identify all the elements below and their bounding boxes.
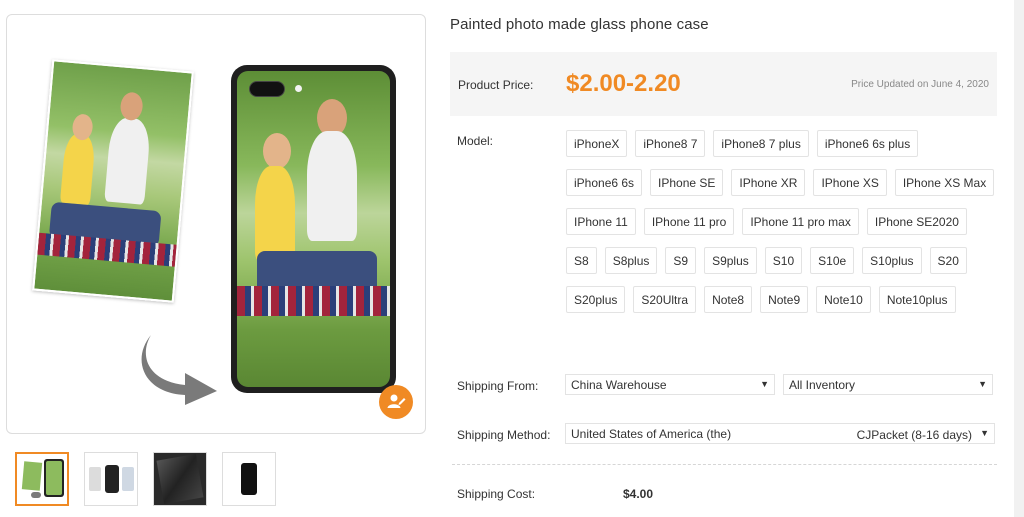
- model-option[interactable]: IPhone 11 pro max: [742, 208, 859, 235]
- model-option[interactable]: S20Ultra: [633, 286, 697, 313]
- inventory-select[interactable]: All Inventory ▼: [783, 374, 993, 395]
- model-option[interactable]: IPhone SE: [650, 169, 724, 196]
- model-option[interactable]: S10plus: [862, 247, 922, 274]
- price-label: Product Price:: [458, 78, 534, 92]
- camera-lens: [249, 81, 285, 97]
- price-value: $2.00-2.20: [566, 70, 681, 97]
- shipping-cost-value: $4.00: [623, 487, 654, 501]
- thumbnail-4[interactable]: [222, 452, 276, 506]
- model-label: Model:: [457, 134, 494, 148]
- shipping-from-select[interactable]: China Warehouse ▼: [565, 374, 775, 395]
- model-option[interactable]: S8plus: [604, 247, 658, 274]
- sample-photo: [32, 59, 194, 303]
- model-option[interactable]: IPhone 11 pro: [643, 208, 735, 235]
- shipping-method-country: United States of America (the): [571, 426, 732, 441]
- model-option[interactable]: S10: [764, 247, 803, 274]
- main-product-image[interactable]: [6, 14, 426, 434]
- chevron-down-icon: ▼: [978, 379, 987, 389]
- product-page: Painted photo made glass phone case Prod…: [0, 0, 1024, 517]
- thumbnail-1[interactable]: [15, 452, 69, 506]
- model-option[interactable]: S20plus: [566, 286, 626, 313]
- thumbnail-3[interactable]: [153, 452, 207, 506]
- curved-arrow-icon: [141, 335, 217, 405]
- shipping-method-select[interactable]: United States of America (the) CJPacket …: [565, 423, 995, 444]
- price-updated-note: Price Updated on June 4, 2020: [851, 79, 989, 90]
- shipping-method-carrier: CJPacket (8-16 days): [856, 428, 972, 442]
- model-option[interactable]: iPhone8 7: [635, 130, 706, 157]
- model-option[interactable]: S8: [566, 247, 597, 274]
- model-option[interactable]: S10e: [810, 247, 855, 274]
- price-section: Product Price: $2.00-2.20 Price Updated …: [450, 52, 997, 116]
- thumbnail-strip: [15, 452, 276, 506]
- chevron-down-icon: ▼: [760, 379, 769, 389]
- customize-icon[interactable]: [379, 385, 413, 419]
- shipping-cost-label: Shipping Cost:: [457, 487, 536, 501]
- model-option[interactable]: iPhoneX: [566, 130, 628, 157]
- shipping-from-value: China Warehouse: [571, 377, 667, 392]
- model-options: iPhoneX iPhone8 7 iPhone8 7 plus iPhone6 6s…: [566, 130, 996, 313]
- model-option[interactable]: IPhone XR: [731, 169, 806, 196]
- model-option[interactable]: Note10plus: [878, 286, 956, 313]
- model-option[interactable]: IPhone XS: [813, 169, 887, 196]
- product-title: Painted photo made glass phone case: [450, 16, 709, 33]
- camera-flash: [295, 85, 302, 92]
- model-option[interactable]: iPhone8 7 plus: [713, 130, 809, 157]
- model-option[interactable]: S9plus: [704, 247, 757, 274]
- shipping-from-label: Shipping From:: [457, 379, 539, 393]
- section-divider: [452, 464, 997, 465]
- thumbnail-2[interactable]: [84, 452, 138, 506]
- model-option[interactable]: IPhone XS Max: [894, 169, 995, 196]
- model-option[interactable]: Note10: [816, 286, 871, 313]
- chevron-down-icon: ▼: [980, 428, 989, 438]
- phone-case-preview: [231, 65, 396, 393]
- model-option[interactable]: S9: [665, 247, 697, 274]
- model-option[interactable]: S20: [929, 247, 967, 274]
- model-option[interactable]: iPhone6 6s plus: [816, 130, 919, 157]
- model-option[interactable]: IPhone SE2020: [866, 208, 967, 235]
- model-option[interactable]: Note9: [760, 286, 809, 313]
- model-option[interactable]: Note8: [704, 286, 753, 313]
- page-scrollbar[interactable]: [1014, 0, 1024, 517]
- inventory-value: All Inventory: [789, 377, 856, 392]
- user-edit-icon: [387, 394, 406, 408]
- shipping-method-label: Shipping Method:: [457, 428, 551, 442]
- model-option[interactable]: IPhone 11: [566, 208, 636, 235]
- model-option[interactable]: iPhone6 6s: [566, 169, 643, 196]
